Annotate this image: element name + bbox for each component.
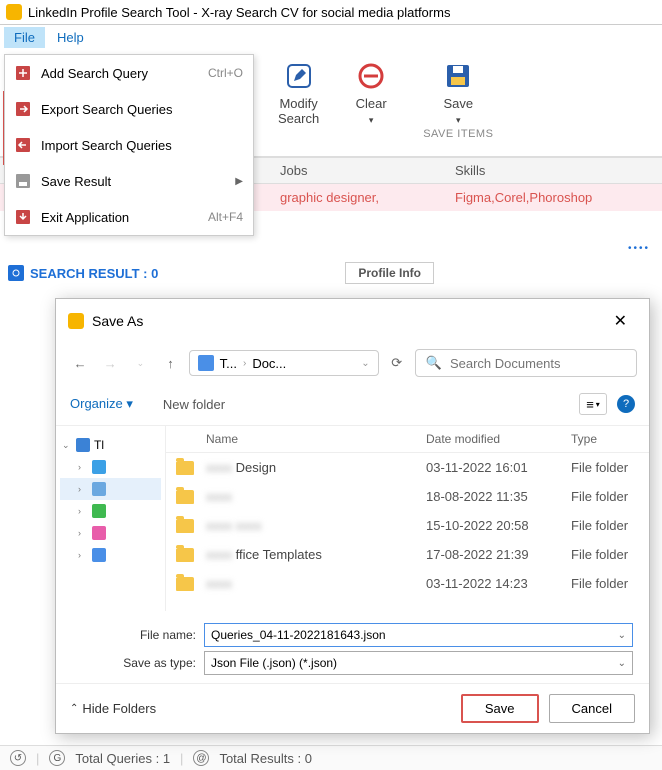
folder-icon <box>176 490 194 504</box>
folder-icon <box>176 519 194 533</box>
pencil-icon <box>283 60 315 92</box>
history-icon[interactable]: ↺ <box>10 750 26 766</box>
file-dropdown: Add Search Query Ctrl+O Export Search Qu… <box>4 54 254 236</box>
app-icon <box>6 4 22 20</box>
back-button[interactable]: ← <box>68 349 92 377</box>
window-title: LinkedIn Profile Search Tool - X-ray Sea… <box>28 5 450 20</box>
save-icon <box>15 173 31 189</box>
search-field[interactable]: 🔍 <box>415 349 637 377</box>
dialog-icon <box>68 313 84 329</box>
view-button[interactable]: ≡ ▾ <box>579 393 607 415</box>
clear-button[interactable]: Clear▾ <box>347 56 395 154</box>
results-icon: @ <box>193 750 209 766</box>
dialog-nav: ← → ⌄ ↑ T... › Doc... ⌄ ⟳ 🔍 <box>56 343 649 383</box>
clear-icon <box>355 60 387 92</box>
folder-icon <box>176 577 194 591</box>
help-icon[interactable]: ? <box>617 395 635 413</box>
import-icon <box>15 137 31 153</box>
file-row[interactable]: xxxx18-08-2022 11:35File folder <box>166 482 649 511</box>
queries-icon: G <box>49 750 65 766</box>
dd-import-queries[interactable]: Import Search Queries <box>5 127 253 163</box>
menu-bar: File Help <box>0 25 662 50</box>
dd-exit[interactable]: Exit Application Alt+F4 <box>5 199 253 235</box>
col-jobs[interactable]: Jobs <box>280 163 455 178</box>
folder-icon <box>176 548 194 562</box>
tree-root[interactable]: ⌄Tl <box>60 434 161 456</box>
status-bar: ↺ | G Total Queries : 1 | @ Total Result… <box>0 745 662 770</box>
tab-profile-info[interactable]: Profile Info <box>345 262 434 284</box>
folder-tree[interactable]: ⌄Tl › › › › › <box>56 426 166 611</box>
refresh-button[interactable]: ⟳ <box>385 349 409 377</box>
folder-icon <box>176 461 194 475</box>
organize-button[interactable]: Organize ▾ <box>70 396 133 412</box>
tree-item[interactable]: › <box>60 522 161 544</box>
file-row[interactable]: xxxx Design03-11-2022 16:01File folder <box>166 453 649 482</box>
chevron-down-icon: ⌄ <box>618 658 626 669</box>
tree-item[interactable]: › <box>60 500 161 522</box>
col-skills[interactable]: Skills <box>455 163 485 178</box>
file-row[interactable]: xxxx03-11-2022 14:23File folder <box>166 569 649 598</box>
filename-input[interactable]: Queries_04-11-2022181643.json⌄ <box>204 623 633 647</box>
type-select[interactable]: Json File (.json) (*.json)⌄ <box>204 651 633 675</box>
export-icon <box>15 101 31 117</box>
search-input[interactable] <box>450 356 626 371</box>
tree-item[interactable]: › <box>60 544 161 566</box>
title-bar: LinkedIn Profile Search Tool - X-ray Sea… <box>0 0 662 25</box>
save-dialog-button[interactable]: Save <box>461 694 539 723</box>
exit-icon <box>15 209 31 225</box>
filename-label: File name: <box>116 628 196 642</box>
file-row[interactable]: xxxx ffice Templates17-08-2022 21:39File… <box>166 540 649 569</box>
chevron-down-icon[interactable]: ⌄ <box>361 358 369 369</box>
chevron-right-icon: › <box>243 358 246 369</box>
new-folder-button[interactable]: New folder <box>163 397 225 412</box>
type-label: Save as type: <box>116 656 196 670</box>
add-icon <box>15 65 31 81</box>
chevron-down-icon: ⌄ <box>618 630 626 641</box>
tree-item[interactable]: › <box>60 478 161 500</box>
modify-search-button[interactable]: Modify Search <box>270 56 327 154</box>
disk-icon <box>442 60 474 92</box>
dialog-fields: File name: Queries_04-11-2022181643.json… <box>56 611 649 683</box>
search-icon: 🔍 <box>426 355 442 371</box>
dd-export-queries[interactable]: Export Search Queries <box>5 91 253 127</box>
dialog-footer: ⌃ Hide Folders Save Cancel <box>56 683 649 733</box>
recent-button[interactable]: ⌄ <box>128 349 152 377</box>
file-headers[interactable]: Name Date modified Type <box>166 426 649 453</box>
chevron-up-icon: ⌃ <box>70 703 78 714</box>
dd-add-query[interactable]: Add Search Query Ctrl+O <box>5 55 253 91</box>
menu-file[interactable]: File <box>4 27 45 48</box>
forward-button[interactable]: → <box>98 349 122 377</box>
dd-save-result[interactable]: Save Result ▶ <box>5 163 253 199</box>
dialog-title: Save As <box>92 313 143 329</box>
total-results: Total Results : 0 <box>219 751 312 766</box>
tree-item[interactable]: › <box>60 456 161 478</box>
up-button[interactable]: ↑ <box>158 349 182 377</box>
link-icon <box>8 265 24 281</box>
doc-icon <box>198 355 214 371</box>
chevron-right-icon: ▶ <box>235 176 243 187</box>
dialog-title-bar: Save As ✕ <box>56 299 649 343</box>
total-queries: Total Queries : 1 <box>75 751 170 766</box>
save-button[interactable]: Save▾ SAVE ITEMS <box>415 56 501 154</box>
cancel-button[interactable]: Cancel <box>549 694 635 723</box>
resize-handle[interactable]: •••• <box>0 239 662 258</box>
hide-folders-button[interactable]: ⌃ Hide Folders <box>70 701 156 716</box>
dialog-toolbar: Organize ▾ New folder ≡ ▾ ? <box>56 383 649 426</box>
file-row[interactable]: xxxx xxxx15-10-2022 20:58File folder <box>166 511 649 540</box>
search-result-bar: SEARCH RESULT : 0 Profile Info <box>0 258 662 288</box>
save-as-dialog: Save As ✕ ← → ⌄ ↑ T... › Doc... ⌄ ⟳ 🔍 Or… <box>55 298 650 734</box>
file-list: Name Date modified Type xxxx Design03-11… <box>166 426 649 611</box>
close-icon[interactable]: ✕ <box>604 307 637 335</box>
breadcrumb[interactable]: T... › Doc... ⌄ <box>189 350 379 376</box>
menu-help[interactable]: Help <box>47 27 94 48</box>
